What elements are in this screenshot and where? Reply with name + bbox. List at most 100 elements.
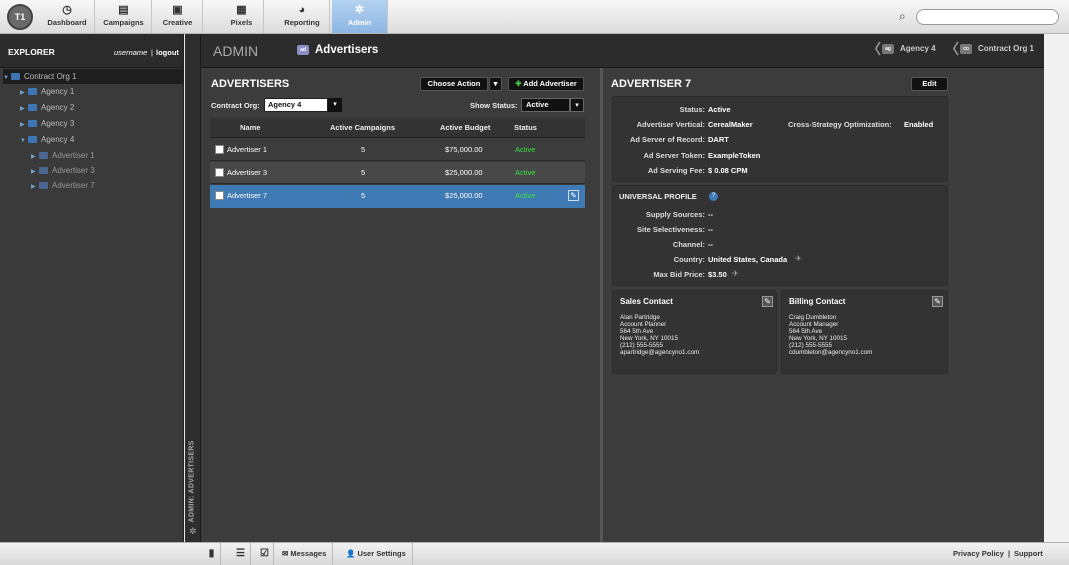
edit-button[interactable]: Edit bbox=[911, 77, 948, 91]
table-row-selected[interactable]: Advertiser 7 5 $25,000.00 Active ✎ bbox=[210, 185, 585, 208]
explorer-title: EXPLORER bbox=[8, 47, 55, 57]
column-header-name[interactable]: Name bbox=[240, 123, 260, 132]
expand-arrow-icon[interactable]: ▼ bbox=[3, 71, 11, 86]
advertiser-icon bbox=[39, 167, 48, 175]
chevron-down-icon[interactable]: ▾ bbox=[489, 77, 502, 91]
page-scrollbar[interactable] bbox=[1044, 34, 1069, 542]
panel-divider[interactable] bbox=[600, 68, 603, 542]
breadcrumb-advertisers: ad Advertisers bbox=[297, 44, 378, 56]
country-value: United States, Canada bbox=[708, 255, 788, 264]
settings-gear-icon[interactable]: ✲ bbox=[189, 526, 197, 537]
notes-icon[interactable]: ▮ bbox=[203, 543, 221, 565]
collapse-arrow-icon[interactable]: ▶ bbox=[20, 86, 28, 101]
table-row[interactable]: Advertiser 1 5 $75,000.00 Active bbox=[210, 139, 585, 161]
supply-sources-label: Supply Sources: bbox=[645, 210, 705, 219]
collapse-arrow-icon[interactable]: ▶ bbox=[20, 102, 28, 117]
nav-admin[interactable]: ✲ Admin bbox=[332, 0, 388, 33]
contract-org-select[interactable]: Agency 4 bbox=[264, 98, 328, 112]
edit-pencil-icon[interactable]: ✎ bbox=[932, 296, 943, 307]
site-selectiveness-value: -- bbox=[708, 225, 713, 234]
creative-icon: ▣ bbox=[172, 4, 183, 16]
breadcrumb-agency-chip[interactable]: ag Agency 4 bbox=[882, 44, 936, 54]
privacy-policy-link[interactable]: Privacy Policy bbox=[953, 543, 1004, 565]
add-advertiser-button[interactable]: ✚ Add Advertiser bbox=[508, 77, 584, 91]
footer-separator: | bbox=[1008, 549, 1011, 558]
tree-item-agency-1[interactable]: ▶ Agency 1 bbox=[20, 84, 204, 99]
billing-contact-title: Billing Contact bbox=[789, 297, 846, 306]
active-campaigns: 5 bbox=[361, 145, 366, 154]
column-header-campaigns[interactable]: Active Campaigns bbox=[330, 123, 395, 132]
agency-badge-icon: ag bbox=[882, 44, 894, 54]
advertisers-title: ADVERTISERS bbox=[211, 78, 290, 90]
nav-pixels[interactable]: ▦ Pixels bbox=[220, 0, 264, 33]
vertical-label: Advertiser Vertical: bbox=[636, 120, 705, 129]
search-icon[interactable]: ⌕ bbox=[899, 9, 906, 24]
column-header-budget[interactable]: Active Budget bbox=[440, 123, 490, 132]
status-badge: Active bbox=[515, 145, 536, 154]
collapse-arrow-icon[interactable]: ▶ bbox=[31, 180, 39, 195]
row-checkbox[interactable] bbox=[215, 191, 224, 200]
tree-item-contract-org-1[interactable]: ▼ Contract Org 1 bbox=[3, 69, 184, 84]
chevron-down-icon[interactable]: ▾ bbox=[328, 98, 342, 112]
column-header-status[interactable]: Status bbox=[514, 123, 537, 132]
nav-dashboard[interactable]: ◷ Dashboard bbox=[40, 0, 95, 33]
user-settings-button[interactable]: 👤 User Settings bbox=[346, 543, 413, 565]
chevron-left-icon: 〈 bbox=[945, 41, 959, 57]
plus-icon: ✚ bbox=[515, 79, 522, 88]
breadcrumb-admin[interactable]: ADMIN bbox=[213, 43, 258, 59]
logout-link[interactable]: logout bbox=[156, 48, 179, 57]
site-selectiveness-label: Site Selectiveness: bbox=[637, 225, 705, 234]
table-header: Name Active Campaigns Active Budget Stat… bbox=[210, 118, 585, 138]
chevron-down-icon[interactable]: ▾ bbox=[570, 98, 584, 112]
document-icon[interactable]: ☰ bbox=[231, 543, 251, 565]
nav-reporting[interactable]: ◕ Reporting bbox=[275, 0, 330, 33]
tree-item-agency-2[interactable]: ▶ Agency 2 bbox=[20, 100, 204, 115]
ad-token-value: ExampleToken bbox=[708, 151, 761, 160]
agency-icon bbox=[28, 88, 37, 96]
org-icon bbox=[11, 73, 20, 81]
collapse-arrow-icon[interactable]: ▶ bbox=[20, 118, 28, 133]
advertiser-name[interactable]: Advertiser 1 bbox=[227, 139, 267, 161]
messages-button[interactable]: ✉ Messages bbox=[282, 543, 334, 565]
supply-sources-value: -- bbox=[708, 210, 713, 219]
universal-profile-card: UNIVERSAL PROFILE ? Supply Sources: -- S… bbox=[612, 185, 948, 286]
help-icon[interactable]: ? bbox=[709, 192, 718, 201]
edit-pencil-icon[interactable]: ✎ bbox=[568, 190, 579, 201]
universal-profile-title: UNIVERSAL PROFILE bbox=[619, 192, 697, 201]
campaigns-icon: ▤ bbox=[118, 4, 129, 16]
nav-campaigns[interactable]: ▤ Campaigns bbox=[96, 0, 152, 33]
tag-icon[interactable]: ✈ bbox=[795, 254, 802, 263]
search-input[interactable] bbox=[916, 9, 1059, 25]
choose-action-button[interactable]: Choose Action bbox=[420, 77, 488, 91]
ad-server-label: Ad Server of Record: bbox=[629, 135, 705, 144]
advertiser-name[interactable]: Advertiser 3 bbox=[227, 162, 267, 184]
chevron-left-icon: 〈 bbox=[867, 41, 881, 57]
active-budget: $75,000.00 bbox=[445, 145, 483, 154]
clipboard-icon[interactable]: ☑ bbox=[256, 543, 274, 565]
t1-logo[interactable]: T1 bbox=[7, 4, 33, 30]
advertiser-name[interactable]: Advertiser 7 bbox=[227, 185, 267, 207]
support-link[interactable]: Support bbox=[1014, 543, 1043, 565]
agency-icon bbox=[28, 136, 37, 144]
tree-item-agency-3[interactable]: ▶ Agency 3 bbox=[20, 116, 204, 131]
sales-contact-details: Alan Partridge Account Planner 564 5th A… bbox=[620, 314, 700, 356]
advertiser-info-card: Status: Active Advertiser Vertical: Cere… bbox=[612, 96, 948, 182]
active-campaigns: 5 bbox=[361, 191, 366, 200]
breadcrumb-contract-org-chip[interactable]: co Contract Org 1 bbox=[960, 44, 1034, 54]
explorer-collapse-strip[interactable]: ADMIN: ADVERTISERS ✲ bbox=[185, 34, 201, 542]
table-row[interactable]: Advertiser 3 5 $25,000.00 Active bbox=[210, 162, 585, 184]
max-bid-label: Max Bid Price: bbox=[653, 270, 705, 279]
tag-icon[interactable]: ✈ bbox=[732, 269, 739, 278]
ad-token-label: Ad Server Token: bbox=[643, 151, 705, 160]
ad-fee-value: $ 0.08 CPM bbox=[708, 166, 748, 175]
row-checkbox[interactable] bbox=[215, 168, 224, 177]
contract-org-label: Contract Org: bbox=[211, 101, 260, 110]
nav-creative[interactable]: ▣ Creative bbox=[153, 0, 203, 33]
edit-pencil-icon[interactable]: ✎ bbox=[762, 296, 773, 307]
expand-arrow-icon[interactable]: ▼ bbox=[20, 134, 28, 149]
show-status-select[interactable]: Active bbox=[521, 98, 570, 112]
status-value: Active bbox=[708, 105, 731, 114]
tree-item-agency-4[interactable]: ▼ Agency 4 bbox=[20, 132, 204, 147]
row-checkbox[interactable] bbox=[215, 145, 224, 154]
header-separator: | bbox=[151, 48, 153, 57]
